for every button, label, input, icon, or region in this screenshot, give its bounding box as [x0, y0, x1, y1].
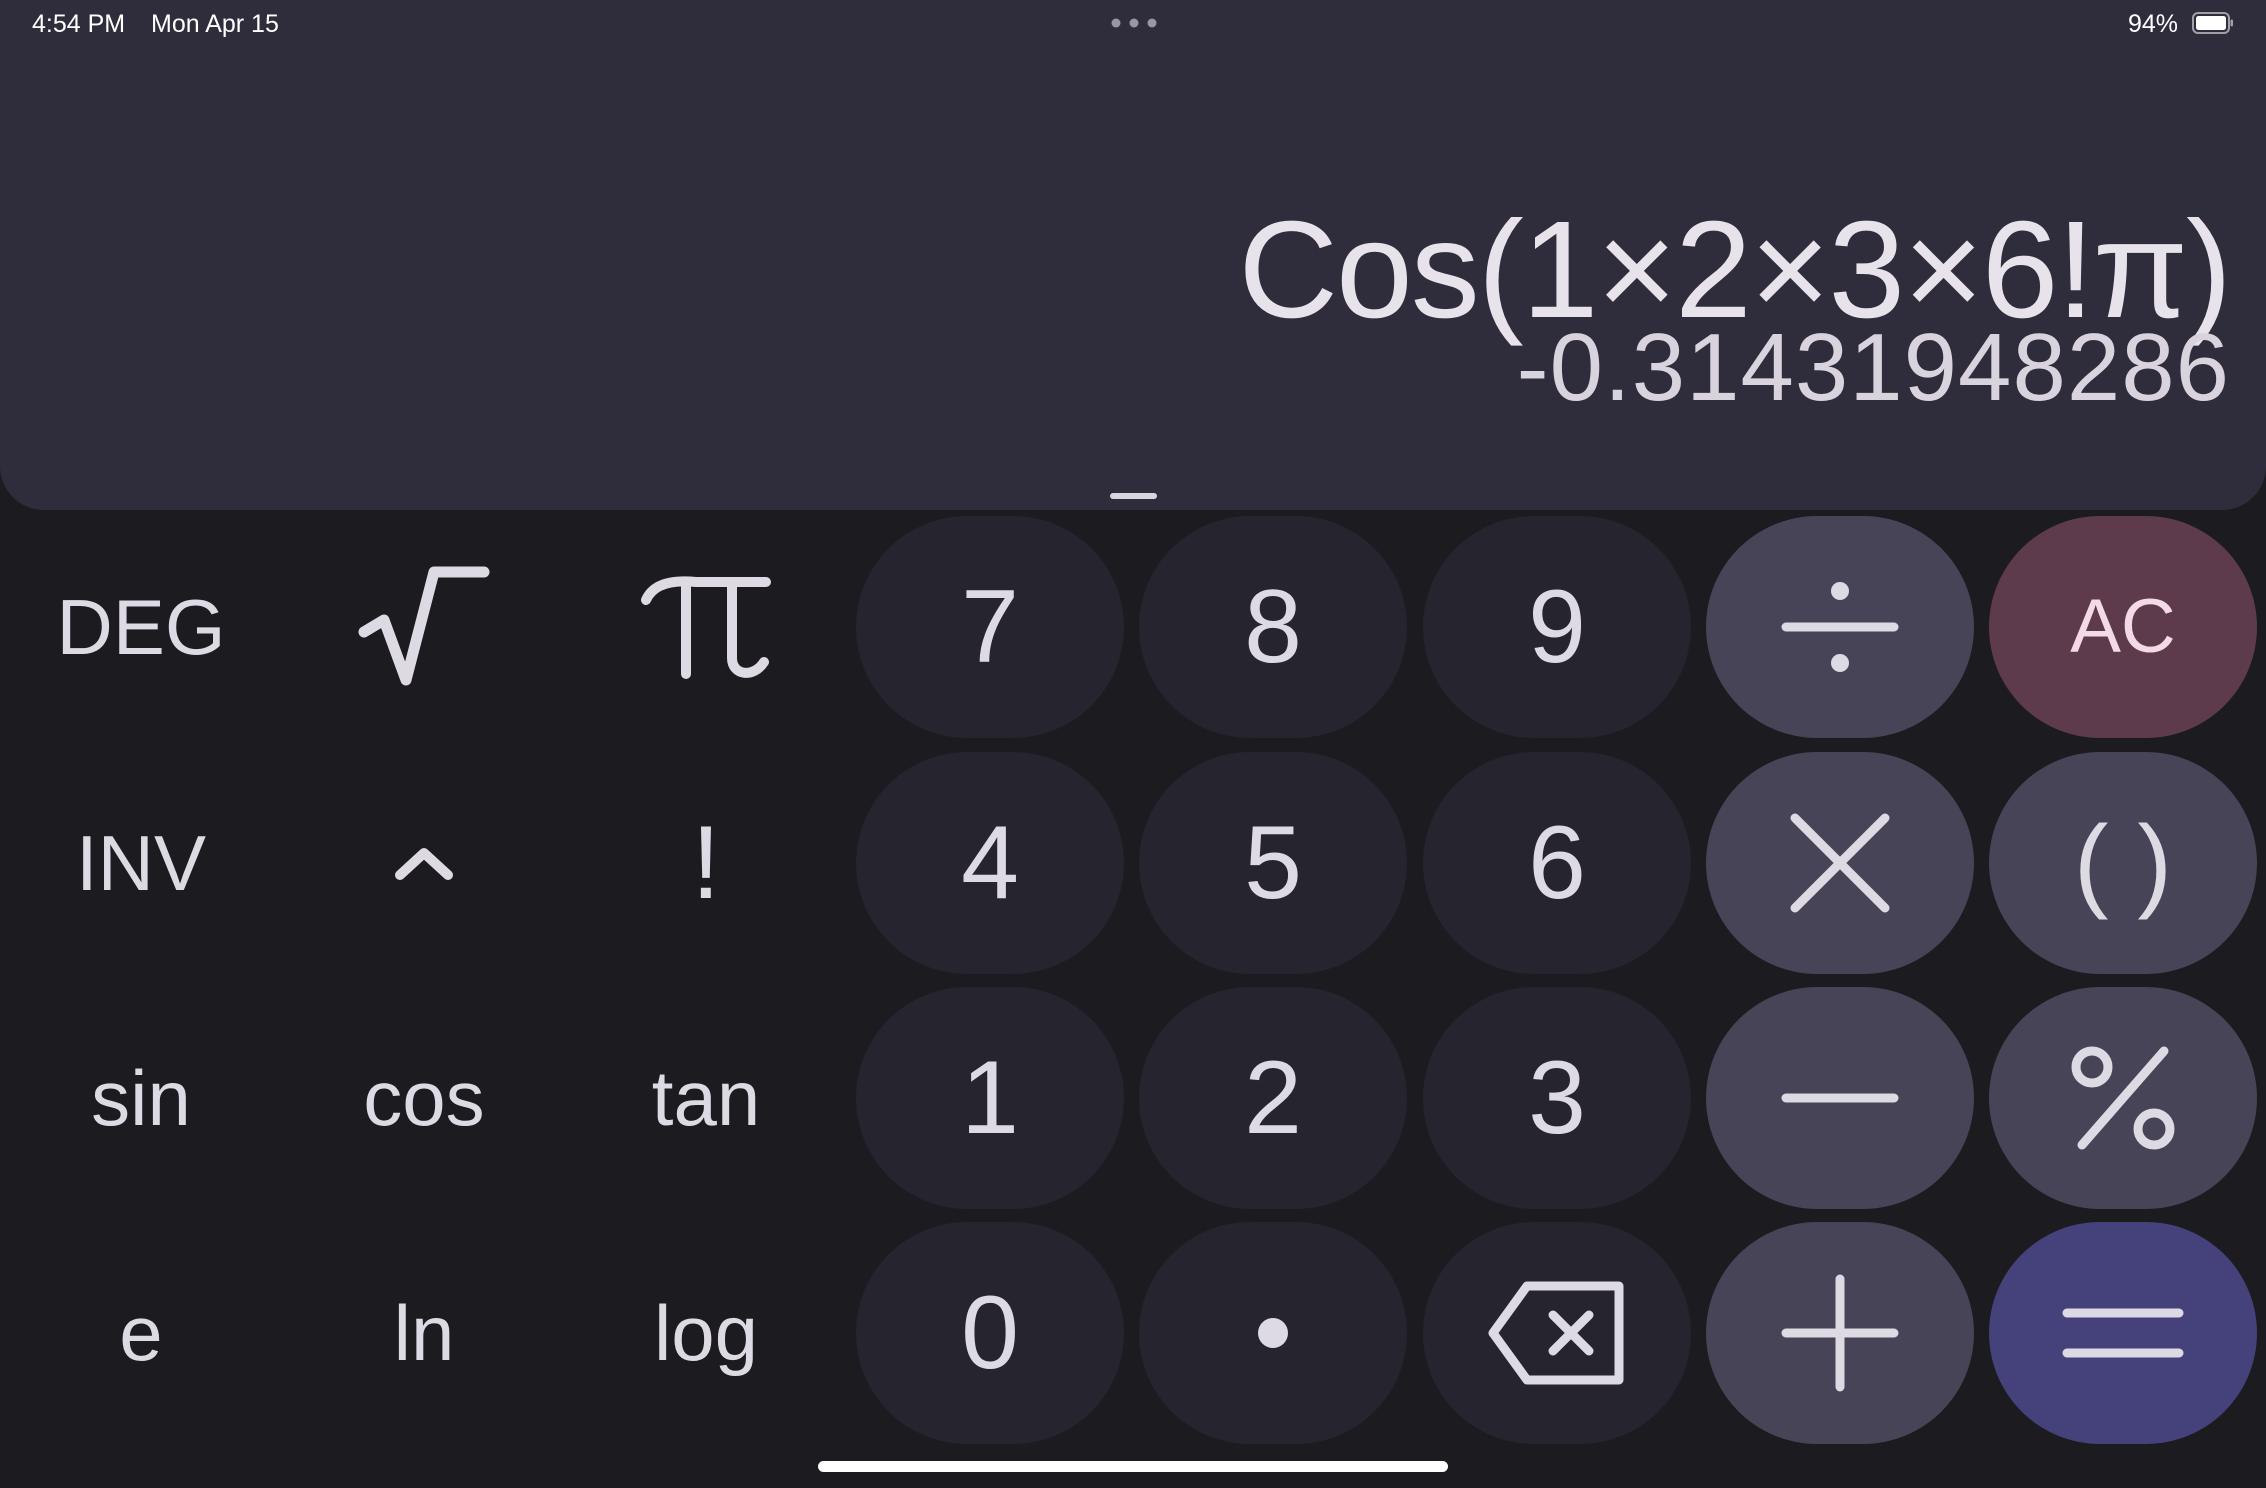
six-label: 6: [1528, 805, 1586, 921]
three-label: 3: [1528, 1040, 1586, 1156]
plus-button[interactable]: [1706, 1222, 1974, 1444]
eight-button[interactable]: 8: [1139, 516, 1407, 738]
backspace-icon: [1488, 1281, 1624, 1385]
parentheses-button[interactable]: ( ): [1989, 752, 2257, 974]
decimal-point-icon: [1258, 1318, 1288, 1348]
decimal-button[interactable]: [1139, 1222, 1407, 1444]
battery-percentage: 94%: [2127, 10, 2178, 38]
ln-label: ln: [393, 1289, 455, 1377]
tan-label: tan: [651, 1054, 761, 1142]
one-button[interactable]: 1: [856, 987, 1124, 1209]
seven-label: 7: [961, 569, 1019, 685]
multiply-button[interactable]: [1706, 752, 1974, 974]
pi-button[interactable]: [591, 516, 821, 738]
zero-button[interactable]: 0: [856, 1222, 1124, 1444]
factorial-button[interactable]: !: [591, 752, 821, 974]
two-label: 2: [1244, 1040, 1302, 1156]
parentheses-label: ( ): [2073, 805, 2173, 921]
status-time: 4:54 PM: [32, 10, 126, 38]
result-display: -0.31431948286: [1516, 314, 2230, 421]
four-button[interactable]: 4: [856, 752, 1124, 974]
tan-button[interactable]: tan: [591, 987, 821, 1209]
five-button[interactable]: 5: [1139, 752, 1407, 974]
multitasking-dots-icon[interactable]: [1111, 18, 1157, 28]
multiply-icon: [1790, 813, 1890, 913]
three-button[interactable]: 3: [1423, 987, 1691, 1209]
one-label: 1: [961, 1040, 1019, 1156]
calculator-screen: 4:54 PM Mon Apr 15 94% Cos(1×2×3×6!π) -0…: [0, 0, 2266, 1488]
square-root-icon: [358, 566, 490, 686]
display-panel: 4:54 PM Mon Apr 15 94% Cos(1×2×3×6!π) -0…: [0, 0, 2266, 510]
power-button[interactable]: [309, 752, 539, 974]
log-button[interactable]: log: [591, 1222, 821, 1444]
minus-button[interactable]: [1706, 987, 1974, 1209]
e-label: e: [119, 1289, 163, 1377]
clear-button[interactable]: AC: [1989, 516, 2257, 738]
six-button[interactable]: 6: [1423, 752, 1691, 974]
equals-button[interactable]: [1989, 1222, 2257, 1444]
home-indicator[interactable]: [818, 1461, 1448, 1472]
cos-button[interactable]: cos: [309, 987, 539, 1209]
caret-icon: [395, 848, 453, 880]
display-drag-handle[interactable]: [1110, 493, 1157, 499]
percent-icon: [2071, 1046, 2175, 1150]
e-button[interactable]: e: [26, 1222, 256, 1444]
backspace-button[interactable]: [1423, 1222, 1691, 1444]
sin-label: sin: [91, 1054, 191, 1142]
battery-icon: [2192, 12, 2233, 34]
ln-button[interactable]: ln: [309, 1222, 539, 1444]
clear-label: AC: [2070, 584, 2176, 669]
deg-button[interactable]: DEG: [26, 516, 256, 738]
equals-icon: [2062, 1308, 2184, 1358]
inv-label: INV: [75, 819, 207, 907]
inv-button[interactable]: INV: [26, 752, 256, 974]
minus-icon: [1781, 1093, 1899, 1103]
pi-icon: [641, 576, 771, 679]
divide-button[interactable]: [1706, 516, 1974, 738]
five-label: 5: [1244, 805, 1302, 921]
nine-label: 9: [1528, 569, 1586, 685]
sin-button[interactable]: sin: [26, 987, 256, 1209]
cos-label: cos: [363, 1054, 485, 1142]
divide-icon: [1781, 582, 1899, 672]
status-date: Mon Apr 15: [151, 10, 279, 38]
zero-label: 0: [961, 1275, 1019, 1391]
two-button[interactable]: 2: [1139, 987, 1407, 1209]
square-root-button[interactable]: [309, 516, 539, 738]
deg-label: DEG: [56, 583, 226, 671]
factorial-label: !: [691, 805, 721, 921]
nine-button[interactable]: 9: [1423, 516, 1691, 738]
percent-button[interactable]: [1989, 987, 2257, 1209]
plus-icon: [1781, 1274, 1899, 1392]
four-label: 4: [961, 805, 1019, 921]
eight-label: 8: [1244, 569, 1302, 685]
seven-button[interactable]: 7: [856, 516, 1124, 738]
log-label: log: [653, 1289, 759, 1377]
